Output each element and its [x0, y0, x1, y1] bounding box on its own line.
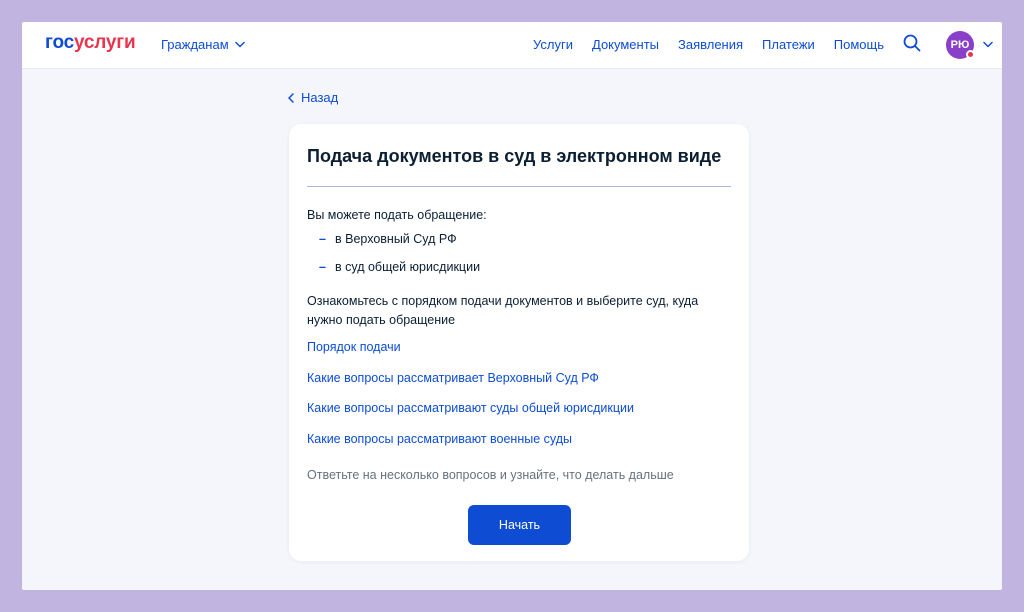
- service-card: Подача документов в суд в электронном ви…: [289, 124, 749, 561]
- list-item: – в Верховный Суд РФ: [319, 232, 480, 260]
- search-icon[interactable]: [903, 34, 921, 52]
- notification-dot: [966, 50, 975, 59]
- main-nav: Услуги Документы Заявления Платежи Помощ…: [533, 37, 884, 52]
- start-button[interactable]: Начать: [468, 505, 571, 545]
- back-link[interactable]: Назад: [288, 90, 338, 105]
- list-item-label: в Верховный Суд РФ: [335, 232, 457, 246]
- link-military-courts-questions[interactable]: Какие вопросы рассматривают военные суды: [307, 432, 634, 463]
- link-submission-procedure[interactable]: Порядок подачи: [307, 340, 634, 371]
- court-list: – в Верховный Суд РФ – в суд общей юрисд…: [319, 232, 480, 288]
- audience-menu[interactable]: Гражданам: [161, 37, 245, 52]
- title-divider: [307, 186, 731, 187]
- link-supreme-court-questions[interactable]: Какие вопросы рассматривает Верховный Су…: [307, 371, 634, 402]
- chevron-left-icon: [288, 92, 294, 103]
- page-title: Подача документов в суд в электронном ви…: [307, 146, 722, 166]
- nav-documents[interactable]: Документы: [592, 37, 659, 52]
- back-link-label: Назад: [301, 90, 339, 105]
- nav-applications[interactable]: Заявления: [678, 37, 743, 52]
- hint-text: Ответьте на несколько вопросов и узнайте…: [307, 468, 674, 482]
- intro-text: Вы можете подать обращение:: [307, 208, 487, 222]
- instructions-text: Ознакомьтесь с порядком подачи документо…: [307, 294, 699, 327]
- avatar-initials: РЮ: [950, 39, 970, 51]
- audience-menu-label: Гражданам: [161, 37, 229, 52]
- nav-payments[interactable]: Платежи: [762, 37, 815, 52]
- bullet-dash: –: [319, 260, 326, 274]
- user-avatar[interactable]: РЮ: [946, 31, 975, 59]
- link-general-courts-questions[interactable]: Какие вопросы рассматривают суды общей ю…: [307, 401, 634, 432]
- site-header: госуслуги Гражданам Услуги Документы Зая…: [22, 22, 1002, 69]
- logo-part-uslugi: услуги: [74, 32, 136, 53]
- chevron-down-icon: [234, 41, 245, 48]
- browser-viewport: госуслуги Гражданам Услуги Документы Зая…: [22, 22, 1002, 590]
- list-item: – в суд общей юрисдикции: [319, 260, 480, 288]
- gosuslugi-logo[interactable]: госуслуги: [45, 32, 136, 54]
- logo-part-gos: гос: [45, 32, 74, 53]
- chevron-down-icon[interactable]: [983, 41, 993, 48]
- list-item-label: в суд общей юрисдикции: [335, 260, 481, 274]
- nav-services[interactable]: Услуги: [533, 37, 573, 52]
- info-links: Порядок подачи Какие вопросы рассматрива…: [307, 340, 634, 462]
- bullet-dash: –: [319, 232, 326, 246]
- nav-help[interactable]: Помощь: [834, 37, 884, 52]
